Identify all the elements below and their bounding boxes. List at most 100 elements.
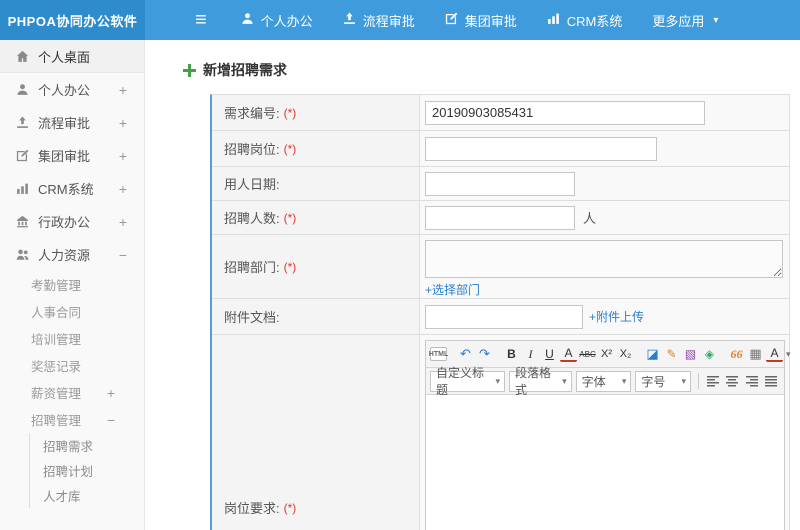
html-source-button[interactable]: HTML bbox=[429, 347, 448, 361]
caret-down-icon: ▾ bbox=[713, 14, 719, 26]
nav-label: CRM系统 bbox=[566, 13, 623, 29]
expand-toggle[interactable]: + bbox=[119, 214, 127, 230]
headcount-input[interactable] bbox=[425, 205, 575, 230]
nav-more-apps[interactable]: 更多应用 ▾ bbox=[652, 11, 718, 30]
caret-down-icon: ▾ bbox=[681, 375, 687, 386]
italic-button[interactable]: I bbox=[522, 344, 539, 364]
caret-down-icon: ▾ bbox=[786, 348, 791, 359]
collapse-toggle[interactable]: − bbox=[107, 412, 115, 428]
attachment-upload-link[interactable]: +附件上传 bbox=[589, 308, 644, 325]
bar-chart-icon bbox=[547, 12, 560, 28]
sidebar-item-label: 人事合同 bbox=[31, 306, 82, 320]
edit-square-icon bbox=[445, 12, 458, 28]
editor-toolbar-row2: 自定义标题 ▾ 段落格式 ▾ 字体 ▾ 字号 ▾ bbox=[426, 366, 784, 397]
sidebar-item-label: 考勤管理 bbox=[31, 279, 82, 293]
required-mark: (*) bbox=[283, 141, 297, 156]
bar-chart-icon bbox=[17, 183, 28, 194]
sidebar-item-recruit-demand[interactable]: 招聘需求 bbox=[30, 433, 144, 458]
sidebar-item-group-approval[interactable]: 集团审批 + bbox=[0, 139, 144, 172]
form-row-position: 招聘岗位: (*) bbox=[212, 131, 789, 167]
page-title: 新增招聘需求 bbox=[203, 62, 287, 78]
user-icon bbox=[17, 84, 28, 95]
hamburger-menu-icon[interactable]: ≡ bbox=[145, 0, 207, 40]
sidebar-item-hr-contract[interactable]: 人事合同 bbox=[0, 298, 144, 325]
highlight-color-button[interactable]: ▧ bbox=[682, 344, 699, 364]
form-row-job-requirements: 岗位要求: (*) HTML ↶ ↷ B I U A ABC X² X₂ ◪ ✎… bbox=[212, 335, 791, 530]
sidebar-item-attendance-mgmt[interactable]: 考勤管理 bbox=[0, 271, 144, 298]
underline-button[interactable]: U bbox=[541, 344, 558, 364]
align-justify-button[interactable] bbox=[763, 371, 781, 391]
sidebar-item-personal-desktop[interactable]: 个人桌面 bbox=[0, 40, 144, 73]
font-size-select[interactable]: 字号 ▾ bbox=[635, 370, 692, 392]
blockquote-button[interactable]: 66 bbox=[728, 344, 745, 364]
superscript-button[interactable]: X² bbox=[598, 344, 615, 364]
font-color-group[interactable]: A ▾ bbox=[766, 346, 793, 362]
table-button[interactable]: ▦ bbox=[747, 344, 764, 364]
redo-button[interactable]: ↷ bbox=[476, 344, 493, 364]
align-left-button[interactable] bbox=[704, 371, 722, 391]
sidebar-item-workflow-approval[interactable]: 流程审批 + bbox=[0, 106, 144, 139]
expand-toggle[interactable]: + bbox=[107, 385, 115, 401]
nav-workflow-approval[interactable]: 流程审批 bbox=[343, 11, 415, 30]
headcount-unit-label: 人 bbox=[583, 211, 597, 226]
sidebar-item-training-mgmt[interactable]: 培训管理 bbox=[0, 325, 144, 352]
field-label: 招聘部门: (*) bbox=[212, 235, 420, 298]
palette-button[interactable]: ◈ bbox=[701, 344, 718, 364]
sidebar-item-talent-pool[interactable]: 人才库 bbox=[30, 483, 144, 508]
nav-crm-system[interactable]: CRM系统 bbox=[547, 11, 623, 30]
sidebar-item-label: 个人桌面 bbox=[38, 49, 91, 65]
upload-flow-icon bbox=[343, 12, 356, 28]
format-painter-button[interactable]: ✎ bbox=[663, 344, 680, 364]
field-label: 需求编号: (*) bbox=[212, 95, 420, 130]
form-row-headcount: 招聘人数: (*) 人 bbox=[212, 201, 789, 235]
form-row-hire-date: 用人日期: bbox=[212, 167, 789, 201]
expand-toggle[interactable]: + bbox=[119, 115, 127, 131]
recruit-position-input[interactable] bbox=[425, 136, 657, 161]
sidebar-item-reward-punishment[interactable]: 奖惩记录 bbox=[0, 352, 144, 379]
align-right-button[interactable] bbox=[743, 371, 761, 391]
sidebar-item-human-resources[interactable]: 人力资源 − bbox=[0, 238, 144, 271]
expand-toggle[interactable]: + bbox=[119, 148, 127, 164]
editor-content-area[interactable] bbox=[426, 395, 784, 530]
font-color-button[interactable]: A bbox=[766, 346, 783, 362]
sidebar-item-personal-office[interactable]: 个人办公 + bbox=[0, 73, 144, 106]
bold-button[interactable]: B bbox=[503, 344, 520, 364]
select-department-link[interactable]: +选择部门 bbox=[425, 281, 480, 298]
attachment-input[interactable] bbox=[425, 304, 583, 329]
strikethrough-button[interactable]: ABC bbox=[579, 344, 596, 364]
align-center-button[interactable] bbox=[723, 371, 741, 391]
nav-group-approval[interactable]: 集团审批 bbox=[445, 11, 517, 30]
form-row-demand-number: 需求编号: (*) bbox=[212, 95, 789, 131]
paragraph-format-select[interactable]: 段落格式 ▾ bbox=[508, 366, 572, 397]
page-title-row: 新增招聘需求 bbox=[183, 60, 790, 80]
sidebar-item-label: 流程审批 bbox=[38, 116, 91, 131]
recruit-demand-form: 需求编号: (*) 招聘岗位: (*) 用人日期: bbox=[210, 94, 791, 530]
topbar: PHPOA协同办公软件 ≡ 个人办公 流程审批 集团审批 CRM系统 更多应用 … bbox=[0, 0, 800, 40]
sidebar-item-recruit-plan[interactable]: 招聘计划 bbox=[30, 458, 144, 483]
demand-number-input[interactable] bbox=[425, 100, 705, 125]
subscript-button[interactable]: X₂ bbox=[617, 344, 634, 364]
sidebar-item-recruit-mgmt[interactable]: 招聘管理 − bbox=[0, 406, 144, 433]
heading-style-select[interactable]: 自定义标题 ▾ bbox=[430, 366, 505, 397]
top-nav: 个人办公 流程审批 集团审批 CRM系统 更多应用 ▾ bbox=[241, 0, 718, 40]
sidebar-item-label: 招聘需求 bbox=[43, 440, 94, 454]
font-family-select[interactable]: 字体 ▾ bbox=[575, 370, 632, 392]
collapse-toggle[interactable]: − bbox=[119, 247, 127, 263]
department-textarea[interactable] bbox=[425, 239, 783, 278]
upload-flow-icon bbox=[17, 116, 28, 128]
undo-button[interactable]: ↶ bbox=[457, 344, 474, 364]
sidebar-item-admin-office[interactable]: 行政办公 + bbox=[0, 205, 144, 238]
hire-date-input[interactable] bbox=[425, 171, 575, 196]
eraser-button[interactable]: ◪ bbox=[644, 344, 661, 364]
nav-label: 流程审批 bbox=[362, 13, 415, 29]
expand-toggle[interactable]: + bbox=[119, 181, 127, 197]
nav-personal-office[interactable]: 个人办公 bbox=[241, 11, 313, 30]
add-icon bbox=[183, 63, 196, 77]
font-underline-button[interactable]: A bbox=[560, 346, 577, 362]
expand-toggle[interactable]: + bbox=[119, 82, 127, 98]
sidebar-item-label: 行政办公 bbox=[38, 215, 91, 230]
sidebar-item-crm-system[interactable]: CRM系统 + bbox=[0, 172, 144, 205]
toolbar-separator bbox=[698, 373, 699, 389]
sidebar-item-salary-mgmt[interactable]: 薪资管理 + bbox=[0, 379, 144, 406]
caret-down-icon: ▾ bbox=[621, 375, 627, 386]
